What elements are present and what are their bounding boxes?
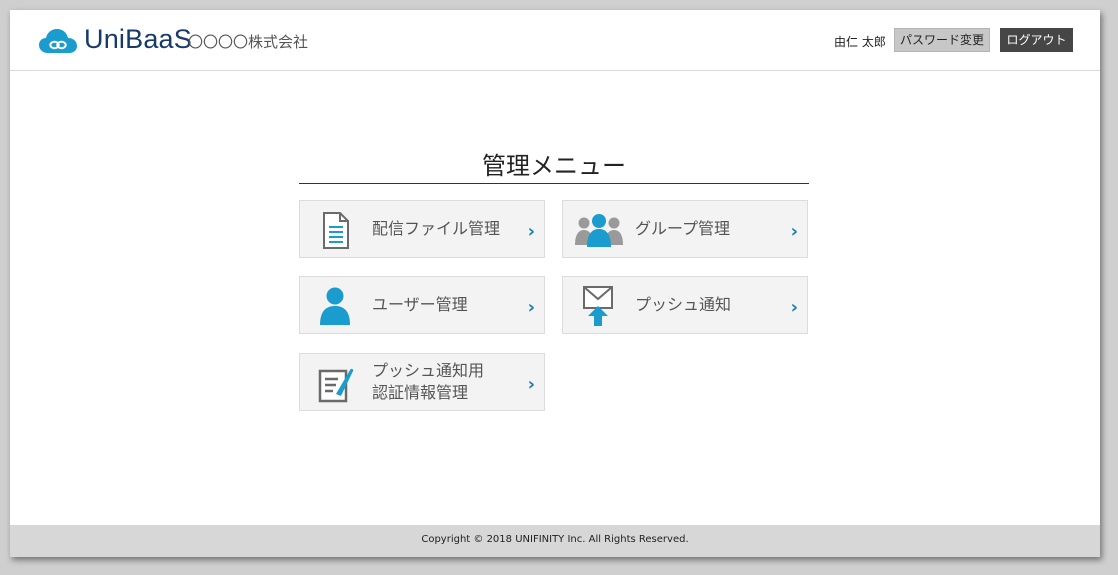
logout-button[interactable]: ログアウト (1000, 28, 1073, 52)
menu-item-label: ユーザー管理 (372, 295, 468, 314)
user-icon (320, 287, 350, 325)
menu-item-user-management[interactable]: ユーザー管理 › (299, 276, 545, 334)
menu-item-push-credentials[interactable]: プッシュ通知用 認証情報管理 › (299, 353, 545, 411)
certificate-edit-icon (318, 368, 354, 403)
menu-item-label-line1: プッシュ通知用 (372, 361, 485, 380)
menu-item-label-line2: 認証情報管理 (372, 383, 469, 402)
mail-push-icon (583, 286, 613, 326)
menu-item-group-management[interactable]: グループ管理 › (562, 200, 808, 258)
change-password-button[interactable]: パスワード変更 (894, 28, 990, 52)
cloud-logo-icon (39, 29, 77, 53)
user-name: 由仁 太郎 (834, 35, 886, 49)
menu-item-label: プッシュ通知 (635, 295, 732, 314)
app-window: UniBaaS 〇〇〇〇株式会社 由仁 太郎 パスワード変更 ログアウト 管理メ… (10, 10, 1100, 557)
menu-item-push-notification[interactable]: プッシュ通知 › (562, 276, 808, 334)
menu-item-label: 配信ファイル管理 (372, 219, 501, 238)
menu-item-label: グループ管理 (635, 219, 731, 238)
title-divider (299, 183, 809, 184)
logo-text: UniBaaS (84, 24, 192, 54)
chevron-right-icon: › (527, 374, 535, 395)
chevron-right-icon: › (790, 297, 798, 318)
header: UniBaaS 〇〇〇〇株式会社 由仁 太郎 パスワード変更 ログアウト (10, 10, 1100, 71)
company-name: 〇〇〇〇株式会社 (188, 33, 309, 51)
chevron-right-icon: › (790, 221, 798, 242)
menu-item-label: プッシュ通知用 認証情報管理 (372, 354, 484, 410)
group-icon (575, 214, 623, 247)
page-title: 管理メニュー (482, 152, 626, 180)
menu-item-file-management[interactable]: 配信ファイル管理 › (299, 200, 545, 258)
copyright-text: Copyright © 2018 UNIFINITY Inc. All Righ… (421, 534, 689, 545)
chevron-right-icon: › (527, 297, 535, 318)
footer: Copyright © 2018 UNIFINITY Inc. All Righ… (10, 525, 1100, 557)
chevron-right-icon: › (527, 221, 535, 242)
document-icon (323, 212, 349, 249)
